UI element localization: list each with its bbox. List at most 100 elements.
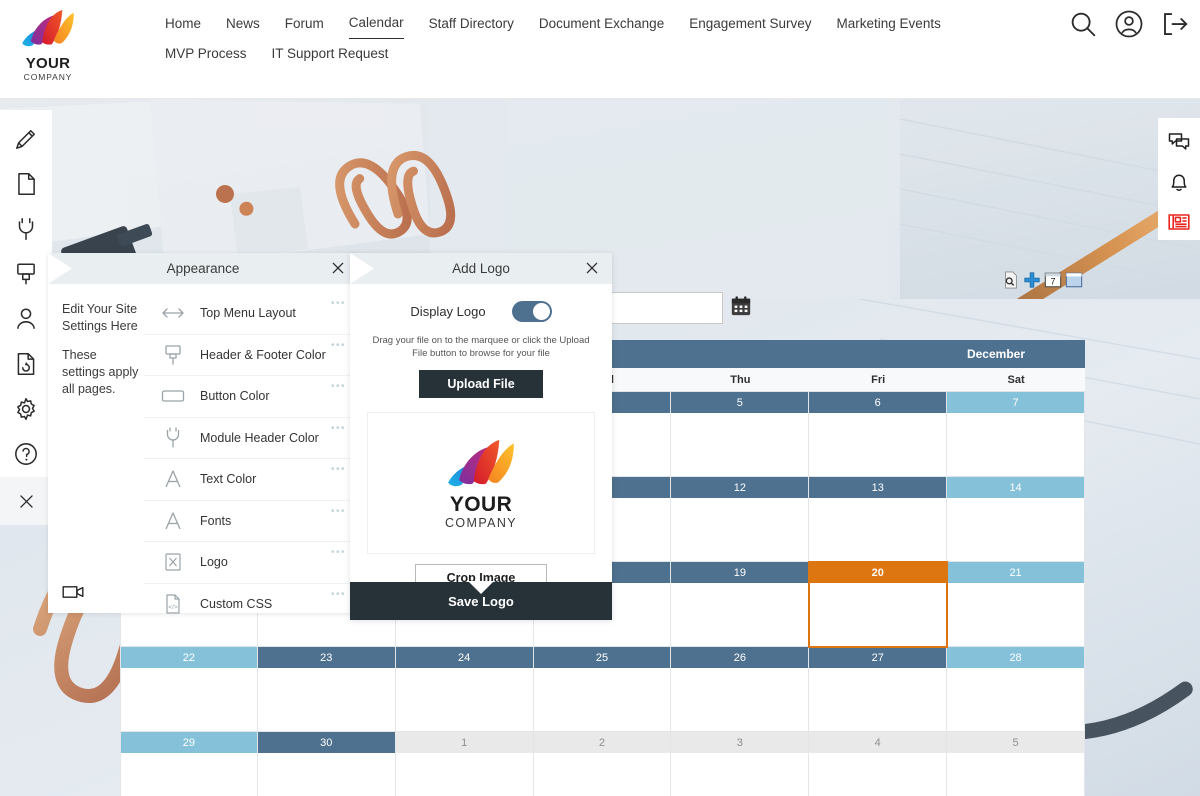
calendar-day-cell[interactable]: 13 xyxy=(809,477,948,562)
appearance-row-menu-icon[interactable]: ••• xyxy=(331,548,346,558)
calendar-day-cell[interactable]: 25 xyxy=(533,647,672,732)
gear-icon[interactable] xyxy=(13,396,39,422)
user-account-icon[interactable] xyxy=(1114,9,1144,39)
calendar-day-cell[interactable]: 30 xyxy=(257,732,396,796)
calendar-day-cell[interactable]: 6 xyxy=(809,392,948,477)
save-logo-button[interactable]: Save Logo xyxy=(350,581,612,620)
nav-link-document-exchange[interactable]: Document Exchange xyxy=(539,9,664,39)
calendar-day-events[interactable] xyxy=(947,668,1084,731)
calendar-day-cell[interactable]: 19 xyxy=(671,562,810,647)
calendar-day-cell[interactable]: 5 xyxy=(671,392,810,477)
calendar-day-events[interactable] xyxy=(671,753,809,796)
module-stamp-icon[interactable] xyxy=(13,261,39,287)
appearance-row-menu-icon[interactable]: ••• xyxy=(331,589,346,600)
calendar-day-events[interactable] xyxy=(809,498,947,561)
calendar-day-cell[interactable]: 12 xyxy=(671,477,810,562)
appearance-row-top-menu-layout[interactable]: Top Menu Layout ••• xyxy=(144,293,358,335)
appearance-row-custom-css[interactable]: </> Custom CSS ••• xyxy=(144,584,358,626)
calendar-day-events[interactable] xyxy=(121,668,257,731)
help-question-icon[interactable] xyxy=(13,441,39,467)
calendar-day-events[interactable] xyxy=(533,668,671,731)
calendar-day-cell[interactable]: 22 xyxy=(120,647,258,732)
pencil-edit-icon[interactable] xyxy=(13,126,39,152)
calendar-day-cell[interactable]: 2 xyxy=(533,732,672,796)
logout-icon[interactable] xyxy=(1160,9,1190,39)
calendar-day-events[interactable] xyxy=(533,753,671,796)
calendar-day-events[interactable] xyxy=(121,753,257,796)
nav-link-marketing-events[interactable]: Marketing Events xyxy=(837,9,941,39)
appearance-row-logo[interactable]: Logo ••• xyxy=(144,542,358,584)
nav-link-calendar[interactable]: Calendar xyxy=(348,8,404,39)
calendar-day-cell[interactable]: 4 xyxy=(809,732,948,796)
nav-link-engagement-survey[interactable]: Engagement Survey xyxy=(689,9,811,39)
calendar-day-cell[interactable]: 1 xyxy=(395,732,534,796)
calendar-day-events[interactable] xyxy=(947,583,1084,646)
nav-link-it-support-request[interactable]: IT Support Request xyxy=(272,39,389,69)
appearance-row-header-footer-color[interactable]: Header & Footer Color ••• xyxy=(144,335,358,376)
calendar-day-events[interactable] xyxy=(671,498,809,561)
appearance-row-menu-icon[interactable]: ••• xyxy=(331,299,346,309)
logo-preview-marquee[interactable]: YOUR COMPANY xyxy=(367,412,595,554)
appearance-row-text-color[interactable]: Text Color ••• xyxy=(144,459,358,501)
bell-notification-icon[interactable] xyxy=(1167,170,1191,194)
appearance-row-menu-icon[interactable]: ••• xyxy=(331,382,346,392)
appearance-row-button-color[interactable]: Button Color ••• xyxy=(144,376,358,418)
week-7-icon[interactable]: 7 xyxy=(1044,271,1062,289)
search-icon[interactable] xyxy=(1068,9,1098,39)
calendar-day-events[interactable] xyxy=(809,753,947,796)
search-page-icon[interactable] xyxy=(1002,271,1020,289)
page-icon[interactable] xyxy=(13,171,39,197)
calendar-day-events[interactable] xyxy=(671,413,809,476)
calendar-day-cell[interactable]: 28 xyxy=(947,647,1085,732)
calendar-day-events[interactable] xyxy=(257,753,395,796)
panel-icon[interactable] xyxy=(1065,271,1083,289)
calendar-day-cell[interactable]: 29 xyxy=(120,732,258,796)
calendar-day-events[interactable] xyxy=(671,668,809,731)
calendar-day-cell[interactable]: 7 xyxy=(947,392,1085,477)
chat-bubbles-icon[interactable] xyxy=(1167,130,1191,154)
calendar-day-cell[interactable]: 20 xyxy=(808,561,949,648)
calendar-day-events[interactable] xyxy=(809,413,947,476)
news-feed-icon[interactable] xyxy=(1167,210,1191,234)
nav-link-news[interactable]: News xyxy=(226,9,260,39)
display-logo-toggle[interactable] xyxy=(511,300,552,322)
appearance-row-menu-icon[interactable]: ••• xyxy=(331,506,346,517)
calendar-day-events[interactable] xyxy=(947,498,1084,561)
nav-link-staff-directory[interactable]: Staff Directory xyxy=(429,9,514,39)
nav-link-forum[interactable]: Forum xyxy=(285,9,324,39)
calendar-day-cell[interactable]: 27 xyxy=(809,647,948,732)
video-camera-icon[interactable] xyxy=(62,583,86,601)
calendar-day-events[interactable] xyxy=(395,753,533,796)
calendar-day-events[interactable] xyxy=(809,668,947,731)
calendar-day-cell[interactable]: 23 xyxy=(257,647,396,732)
calendar-day-cell[interactable]: 24 xyxy=(395,647,534,732)
calendar-day-cell[interactable]: 5 xyxy=(947,732,1085,796)
add-plus-icon[interactable] xyxy=(1023,271,1041,289)
appearance-row-menu-icon[interactable]: ••• xyxy=(331,340,346,351)
calendar-day-events[interactable] xyxy=(395,668,533,731)
appearance-row-module-header-color[interactable]: Module Header Color ••• xyxy=(144,418,358,459)
calendar-day-cell[interactable]: 21 xyxy=(947,562,1085,647)
calendar-day-events[interactable] xyxy=(257,668,395,731)
calendar-day-events[interactable] xyxy=(809,583,947,646)
plug-icon[interactable] xyxy=(13,216,39,242)
editor-rail-close-button[interactable] xyxy=(0,477,52,525)
appearance-panel-close-icon[interactable] xyxy=(330,260,346,276)
calendar-picker-icon[interactable] xyxy=(730,295,752,317)
calendar-day-cell[interactable]: 3 xyxy=(671,732,810,796)
calendar-day-events[interactable] xyxy=(947,413,1084,476)
page-refresh-icon[interactable] xyxy=(13,351,39,377)
nav-link-home[interactable]: Home xyxy=(165,9,201,39)
calendar-day-cell[interactable]: 26 xyxy=(671,647,810,732)
calendar-day-events[interactable] xyxy=(671,583,809,646)
logo-panel-close-icon[interactable] xyxy=(584,260,600,276)
upload-file-button[interactable]: Upload File xyxy=(419,370,543,398)
appearance-row-menu-icon[interactable]: ••• xyxy=(331,465,346,475)
calendar-day-events[interactable] xyxy=(947,753,1084,796)
appearance-row-fonts[interactable]: Fonts ••• xyxy=(144,501,358,542)
brand-logo[interactable]: YOUR COMPANY xyxy=(12,6,84,83)
calendar-day-cell[interactable]: 14 xyxy=(947,477,1085,562)
nav-link-mvp-process[interactable]: MVP Process xyxy=(165,39,247,69)
user-icon[interactable] xyxy=(13,306,39,332)
appearance-row-menu-icon[interactable]: ••• xyxy=(331,423,346,434)
